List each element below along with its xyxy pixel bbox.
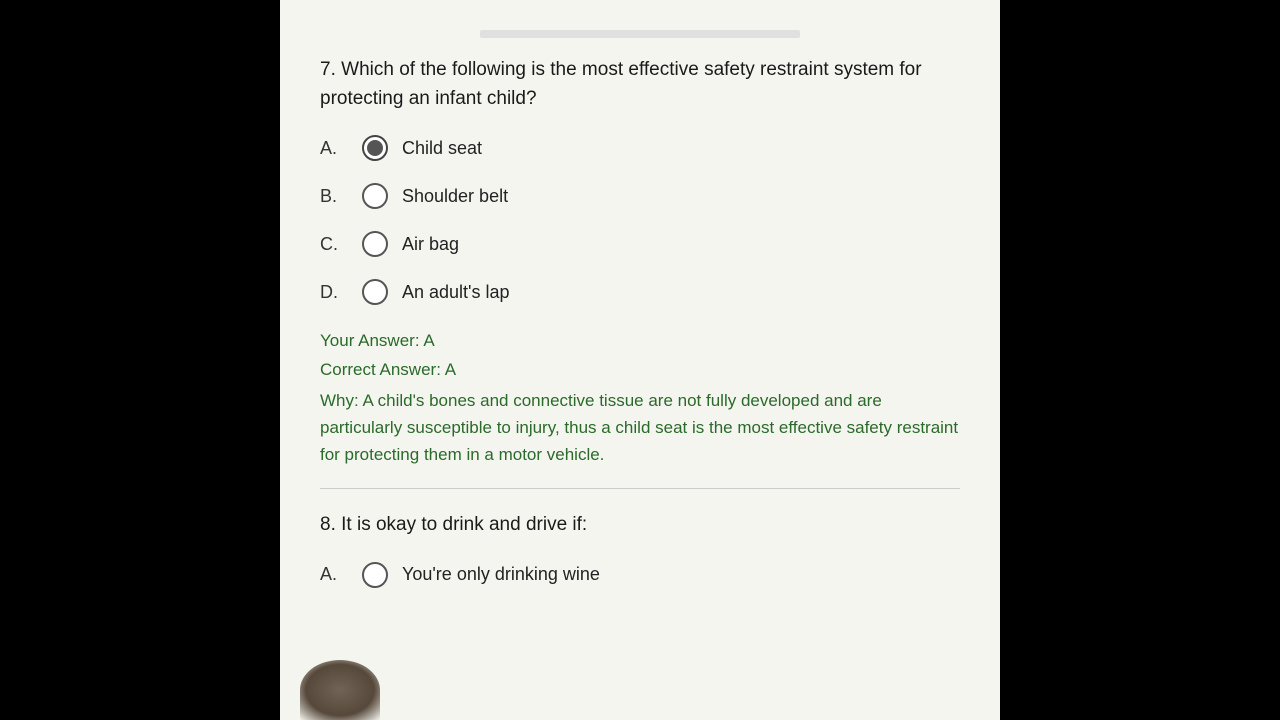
option-c-label: C.	[320, 234, 348, 255]
option-b-text: Shoulder belt	[402, 186, 508, 207]
question-8-number: 8.	[320, 514, 336, 535]
option-a-radio-fill	[367, 140, 383, 156]
option-d-label: D.	[320, 282, 348, 303]
option-c-text: Air bag	[402, 234, 459, 255]
option-d-radio[interactable]	[362, 279, 388, 305]
top-progress-bar	[480, 30, 800, 38]
option-a-row[interactable]: A. Child seat	[320, 135, 960, 161]
option-b-radio[interactable]	[362, 183, 388, 209]
question-8-block: 8. It is okay to drink and drive if: A. …	[320, 511, 960, 588]
phone-screen: 7. Which of the following is the most ef…	[280, 0, 1000, 720]
q8-option-a-radio[interactable]	[362, 562, 388, 588]
question-7-block: 7. Which of the following is the most ef…	[320, 56, 960, 468]
option-b-row[interactable]: B. Shoulder belt	[320, 183, 960, 209]
why-label: Why:	[320, 391, 359, 410]
section-divider	[320, 488, 960, 489]
question-7-text: 7. Which of the following is the most ef…	[320, 56, 960, 113]
question-8-body: It is okay to drink and drive if:	[341, 514, 587, 535]
option-a-label: A.	[320, 138, 348, 159]
option-d-text: An adult's lap	[402, 282, 510, 303]
option-a-radio[interactable]	[362, 135, 388, 161]
why-explanation: Why: A child's bones and connective tiss…	[320, 387, 960, 469]
question-7-number: 7.	[320, 59, 336, 80]
content-area: 7. Which of the following is the most ef…	[280, 0, 1000, 630]
question-8-text: 8. It is okay to drink and drive if:	[320, 511, 960, 540]
your-answer: Your Answer: A	[320, 327, 960, 356]
q8-option-a-text: You're only drinking wine	[402, 564, 600, 585]
question-7-body: Which of the following is the most effec…	[320, 59, 922, 109]
finger-overlay	[300, 660, 380, 720]
why-body: A child's bones and connective tissue ar…	[320, 391, 958, 464]
option-c-radio[interactable]	[362, 231, 388, 257]
option-d-row[interactable]: D. An adult's lap	[320, 279, 960, 305]
q8-option-a-row[interactable]: A. You're only drinking wine	[320, 562, 960, 588]
q8-option-a-label: A.	[320, 564, 348, 585]
option-a-text: Child seat	[402, 138, 482, 159]
option-c-row[interactable]: C. Air bag	[320, 231, 960, 257]
option-b-label: B.	[320, 186, 348, 207]
correct-answer: Correct Answer: A	[320, 356, 960, 385]
answer-section: Your Answer: A Correct Answer: A Why: A …	[320, 327, 960, 468]
